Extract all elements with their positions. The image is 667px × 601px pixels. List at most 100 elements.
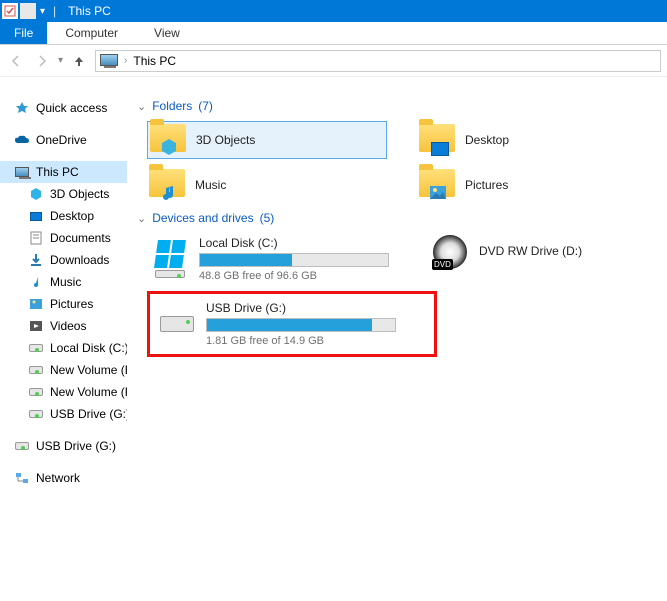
ribbon-tabs: File Computer View bbox=[0, 22, 667, 45]
app-icon[interactable] bbox=[2, 3, 18, 19]
folder-icon bbox=[150, 124, 186, 156]
cloud-icon bbox=[14, 132, 30, 148]
sidebar-item-label: Pictures bbox=[50, 297, 93, 311]
sidebar-onedrive[interactable]: OneDrive bbox=[0, 129, 127, 151]
sidebar-item-label: USB Drive (G:) bbox=[36, 439, 116, 453]
star-icon bbox=[14, 100, 30, 116]
checkbox-icon bbox=[4, 5, 16, 17]
sidebar-item-icon bbox=[28, 274, 44, 290]
sidebar-item-label: Videos bbox=[50, 319, 86, 333]
folder-label: Desktop bbox=[465, 133, 509, 147]
highlight-annotation: USB Drive (G:) 1.81 GB free of 14.9 GB bbox=[147, 291, 437, 357]
sidebar-quick-access[interactable]: Quick access bbox=[0, 97, 127, 119]
sidebar-item-label: Local Disk (C:) bbox=[50, 341, 127, 355]
sidebar-item-icon bbox=[28, 362, 44, 378]
nav-forward-button[interactable] bbox=[32, 51, 52, 71]
quick-access-toolbar: ▾ | bbox=[2, 3, 60, 19]
group-header-folders[interactable]: ⌄ Folders (7) bbox=[137, 99, 657, 113]
sidebar-item-label: OneDrive bbox=[36, 133, 87, 147]
sidebar-item-icon bbox=[28, 186, 44, 202]
sidebar-item[interactable]: Downloads bbox=[0, 249, 127, 271]
sidebar-item[interactable]: USB Drive (G:) bbox=[0, 403, 127, 425]
sidebar-item[interactable]: Desktop bbox=[0, 205, 127, 227]
folder-desktop[interactable]: Desktop bbox=[417, 121, 657, 159]
sidebar-item[interactable]: New Volume (E:) bbox=[0, 359, 127, 381]
sidebar-item[interactable]: 3D Objects bbox=[0, 183, 127, 205]
drive-usb-g[interactable]: USB Drive (G:) 1.81 GB free of 14.9 GB bbox=[154, 298, 414, 350]
drive-free-text: 48.8 GB free of 96.6 GB bbox=[199, 270, 403, 282]
drive-label: Local Disk (C:) bbox=[199, 236, 403, 250]
sidebar-item[interactable]: Documents bbox=[0, 227, 127, 249]
drive-free-text: 1.81 GB free of 14.9 GB bbox=[206, 335, 410, 347]
qat-separator: | bbox=[53, 4, 56, 18]
folder-icon bbox=[419, 124, 455, 156]
nav-bar: ▾ › This PC bbox=[0, 45, 667, 77]
group-label: Folders bbox=[152, 99, 192, 113]
drive-dvd[interactable]: DVD DVD RW Drive (D:) bbox=[427, 233, 627, 271]
qat-dropdown-icon[interactable]: ▾ bbox=[40, 6, 45, 17]
tab-computer[interactable]: Computer bbox=[47, 22, 136, 44]
pc-icon bbox=[100, 54, 118, 68]
sidebar-item-icon bbox=[28, 230, 44, 246]
recent-locations-dropdown[interactable]: ▾ bbox=[58, 55, 63, 66]
hdd-icon bbox=[14, 438, 30, 454]
sidebar-usb-drive[interactable]: USB Drive (G:) bbox=[0, 435, 127, 457]
sidebar-item-icon bbox=[28, 296, 44, 312]
dvd-icon: DVD bbox=[431, 236, 469, 268]
qat-item[interactable] bbox=[20, 3, 36, 19]
nav-up-button[interactable] bbox=[69, 51, 89, 71]
sidebar-item[interactable]: Pictures bbox=[0, 293, 127, 315]
sidebar-item-icon bbox=[28, 252, 44, 268]
sidebar-item-icon bbox=[28, 208, 44, 224]
folder-label: Music bbox=[195, 178, 226, 192]
folder-pictures[interactable]: Pictures bbox=[417, 167, 657, 203]
sidebar-item[interactable]: Videos bbox=[0, 315, 127, 337]
group-header-drives[interactable]: ⌄ Devices and drives (5) bbox=[137, 211, 657, 225]
sidebar-item[interactable]: New Volume (F:) bbox=[0, 381, 127, 403]
pc-icon bbox=[14, 164, 30, 180]
group-count: (7) bbox=[198, 99, 213, 113]
main-content: ⌄ Folders (7) 3D Objects Desktop Music P… bbox=[127, 77, 667, 601]
folder-3d-objects[interactable]: 3D Objects bbox=[147, 121, 387, 159]
chevron-down-icon: ⌄ bbox=[137, 212, 146, 225]
folder-icon bbox=[419, 169, 455, 201]
folder-music[interactable]: Music bbox=[147, 167, 387, 203]
sidebar-item-label: USB Drive (G:) bbox=[50, 407, 127, 421]
sidebar-item-label: Desktop bbox=[50, 209, 94, 223]
sidebar-item-label: Music bbox=[50, 275, 81, 289]
sidebar-this-pc[interactable]: This PC bbox=[0, 161, 127, 183]
windows-drive-icon bbox=[151, 243, 189, 275]
navigation-pane: Quick access OneDrive This PC 3D Objects… bbox=[0, 77, 127, 601]
sidebar-network[interactable]: Network bbox=[0, 467, 127, 489]
sidebar-item-icon bbox=[28, 406, 44, 422]
hdd-icon bbox=[158, 308, 196, 340]
breadcrumb-location[interactable]: This PC bbox=[133, 54, 176, 68]
drive-label: DVD RW Drive (D:) bbox=[479, 244, 623, 258]
arrow-up-icon bbox=[72, 54, 86, 68]
nav-back-button[interactable] bbox=[6, 51, 26, 71]
window-title: This PC bbox=[68, 4, 111, 18]
sidebar-item-label: New Volume (E:) bbox=[50, 363, 127, 377]
group-count: (5) bbox=[260, 211, 275, 225]
capacity-bar bbox=[199, 253, 389, 267]
sidebar-item-label: Network bbox=[36, 471, 80, 485]
sidebar-item-icon bbox=[28, 384, 44, 400]
folder-label: Pictures bbox=[465, 178, 508, 192]
title-bar: ▾ | This PC bbox=[0, 0, 667, 22]
chevron-right-icon: › bbox=[124, 55, 127, 66]
arrow-right-icon bbox=[35, 54, 49, 68]
tab-file[interactable]: File bbox=[0, 22, 47, 44]
capacity-bar bbox=[206, 318, 396, 332]
network-icon bbox=[14, 470, 30, 486]
sidebar-item[interactable]: Music bbox=[0, 271, 127, 293]
sidebar-item[interactable]: Local Disk (C:) bbox=[0, 337, 127, 359]
drive-local-disk-c[interactable]: Local Disk (C:) 48.8 GB free of 96.6 GB bbox=[147, 233, 407, 285]
sidebar-item-label: Quick access bbox=[36, 101, 107, 115]
folder-icon bbox=[149, 169, 185, 201]
tab-view[interactable]: View bbox=[136, 22, 198, 44]
sidebar-item-icon bbox=[28, 340, 44, 356]
address-bar[interactable]: › This PC bbox=[95, 50, 661, 72]
chevron-down-icon: ⌄ bbox=[137, 100, 146, 113]
sidebar-item-label: New Volume (F:) bbox=[50, 385, 127, 399]
sidebar-item-label: Documents bbox=[50, 231, 111, 245]
